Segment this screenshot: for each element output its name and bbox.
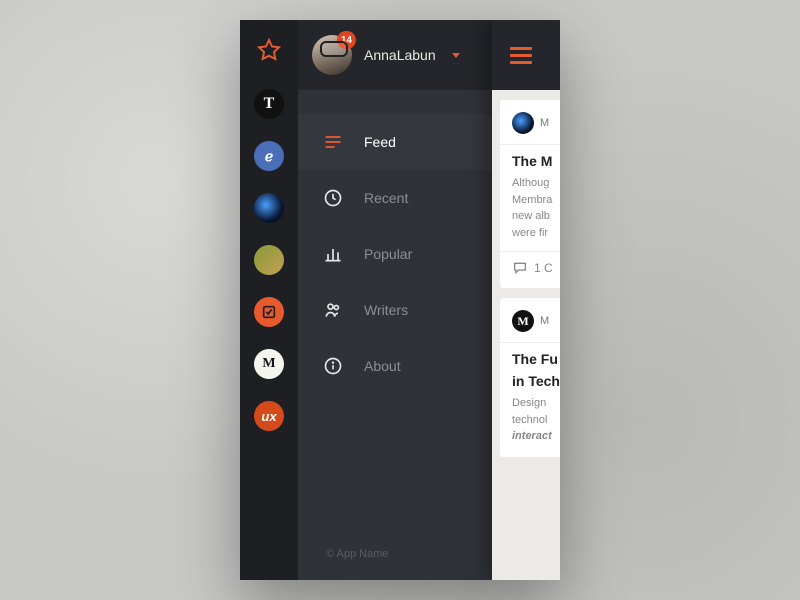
- app-frame: T ℯ M ux 14 AnnaLabun Feed: [240, 20, 560, 580]
- nav-label: About: [364, 358, 401, 374]
- feed-icon: [322, 131, 344, 153]
- divider: [500, 144, 560, 145]
- card-body-line: Membra: [512, 192, 560, 209]
- source-icon: M: [512, 310, 534, 332]
- content-header: [492, 20, 560, 90]
- card-source: M M: [512, 310, 560, 332]
- copyright-label: © App Name: [326, 548, 389, 560]
- info-icon: [322, 355, 344, 377]
- card-body-line: were fir: [512, 225, 560, 242]
- comments-label: 1 C: [534, 261, 553, 275]
- source-rail: T ℯ M ux: [240, 20, 298, 580]
- article-card[interactable]: M M The Fu in Tech Design technol intera…: [500, 298, 560, 457]
- source-glyph: ℯ: [265, 148, 273, 165]
- card-body-line: Althoug: [512, 175, 560, 192]
- nav-label: Feed: [364, 134, 396, 150]
- source-icon: [512, 112, 534, 134]
- comments-row[interactable]: 1 C: [512, 260, 560, 276]
- source-ux[interactable]: ux: [254, 401, 284, 431]
- source-label: M: [540, 315, 549, 327]
- nav-label: Writers: [364, 302, 408, 318]
- source-glyph: T: [264, 95, 275, 113]
- source-label: M: [540, 117, 549, 129]
- divider: [500, 342, 560, 343]
- clock-icon: [322, 187, 344, 209]
- hamburger-icon[interactable]: [510, 43, 532, 68]
- card-source: M: [512, 112, 560, 134]
- people-icon: [322, 299, 344, 321]
- article-card[interactable]: M The M Althoug Membra new alb were fir …: [500, 100, 560, 288]
- source-orange-sq[interactable]: [254, 297, 284, 327]
- username-label[interactable]: AnnaLabun: [364, 47, 436, 63]
- avatar[interactable]: 14: [312, 35, 352, 75]
- bars-icon: [322, 243, 344, 265]
- chevron-down-icon[interactable]: [452, 53, 460, 58]
- source-nyt[interactable]: T: [254, 89, 284, 119]
- source-medium[interactable]: M: [254, 349, 284, 379]
- card-title-line2: in Tech: [512, 373, 560, 389]
- source-glyph: ux: [261, 409, 276, 424]
- star-icon[interactable]: [257, 38, 281, 67]
- card-body-line: Design: [512, 395, 560, 412]
- nav-label: Recent: [364, 190, 408, 206]
- card-body-line: interact: [512, 428, 560, 445]
- card-body-line: new alb: [512, 208, 560, 225]
- card-title: The M: [512, 153, 560, 169]
- card-body-line: technol: [512, 412, 560, 429]
- source-space[interactable]: [254, 193, 284, 223]
- content-panel: M The M Althoug Membra new alb were fir …: [492, 20, 560, 580]
- card-title: The Fu: [512, 351, 560, 367]
- notification-badge[interactable]: 14: [337, 31, 356, 49]
- source-bird[interactable]: [254, 245, 284, 275]
- source-glyph: M: [262, 356, 275, 372]
- divider: [500, 251, 560, 252]
- nav-label: Popular: [364, 246, 412, 262]
- source-circle-c[interactable]: ℯ: [254, 141, 284, 171]
